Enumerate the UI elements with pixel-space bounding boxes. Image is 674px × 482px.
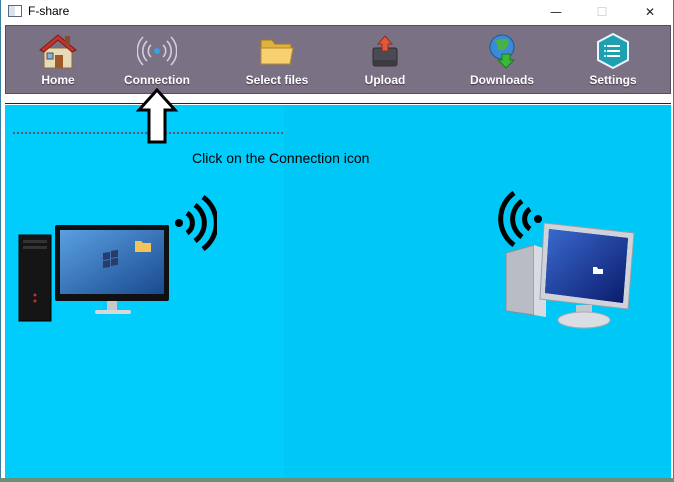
connection-button[interactable]: Connection [112,30,202,92]
folder-icon [260,39,294,65]
upload-button[interactable]: Upload [340,30,430,92]
title-bar[interactable]: F-share — ☐ ✕ [1,0,673,24]
hexagon-menu-icon [597,32,629,70]
select-files-label: Select files [245,73,309,87]
maximize-button[interactable]: ☐ [579,0,625,24]
downloads-label: Downloads [469,73,534,87]
remote-computer-icon [498,190,635,329]
app-window: F-share — ☐ ✕ Home Connection Select fil… [0,0,674,478]
settings-label: Settings [589,73,637,87]
wireless-signal-icon [137,36,177,66]
instruction-text: Click on the Connection icon [192,150,370,166]
toolbar-divider [5,95,671,104]
desktop-computer-icon [18,194,217,322]
minimize-button[interactable]: — [533,0,579,24]
main-toolbar: Home Connection Select files Upload Down… [5,25,671,94]
window-title: F-share [28,4,70,18]
select-files-button[interactable]: Select files [232,30,322,92]
home-label: Home [41,73,75,87]
globe-download-icon [489,34,516,69]
connection-label: Connection [124,73,190,87]
house-icon [39,34,77,69]
home-button[interactable]: Home [13,30,103,92]
up-arrow-pointer-icon [136,88,178,144]
app-window-icon [8,5,22,17]
main-content: Click on the Connection icon [5,105,671,478]
close-button[interactable]: ✕ [627,0,673,24]
settings-button[interactable]: Settings [568,30,658,92]
upload-icon [372,35,398,67]
upload-label: Upload [364,73,406,87]
downloads-button[interactable]: Downloads [457,30,547,92]
